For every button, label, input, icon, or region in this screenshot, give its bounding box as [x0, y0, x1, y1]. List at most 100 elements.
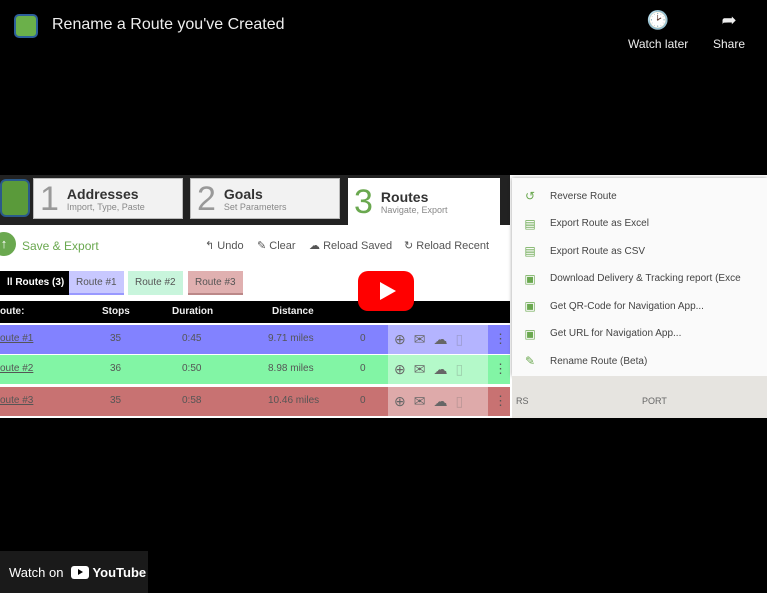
table-row: oute #2 36 0:50 8.98 miles 0 ⊕ ✉ ☁ ▯ ⋮	[0, 355, 510, 384]
row-actions: ⊕ ✉ ☁ ▯	[388, 387, 488, 416]
menu-item[interactable]: ▣ Download Delivery & Tracking report (Ex…	[522, 271, 741, 286]
step-routes[interactable]: 3 Routes Navigate, Export	[348, 178, 500, 225]
extra-cell: 0	[360, 333, 366, 344]
route-link[interactable]: oute #1	[0, 333, 33, 344]
target-icon[interactable]: ⊕	[394, 361, 406, 378]
step-num: 2	[197, 179, 216, 218]
step-title: Goals	[223, 185, 263, 202]
distance-cell: 9.71 miles	[268, 333, 314, 344]
reverse-icon: ↺	[524, 189, 536, 203]
menu-item[interactable]: ▤ Export Route as CSV	[522, 244, 645, 258]
col-route: oute:	[0, 306, 25, 317]
share-icon: ➦	[721, 10, 737, 30]
menu-item-label: Export Route as Excel	[550, 218, 649, 229]
reload-recent-button[interactable]: ↻ Reload Recent	[404, 239, 489, 252]
email-icon[interactable]: ✉	[414, 393, 426, 410]
menu-item-label: Export Route as CSV	[550, 245, 646, 257]
step-title: Addresses	[66, 185, 139, 202]
clear-label: Clear	[269, 240, 296, 252]
reload-saved-button[interactable]: ☁ Reload Saved	[309, 239, 392, 252]
upload-icon[interactable]: ↑	[0, 232, 16, 256]
document-icon[interactable]: ▯	[455, 331, 463, 348]
step-sub: Set Parameters	[223, 201, 287, 212]
col-stops: Stops	[102, 306, 130, 317]
menu-item[interactable]: ▣ Get URL for Navigation App...	[522, 327, 681, 341]
undo-label: Undo	[217, 240, 244, 252]
route-context-menu: ↺ Reverse Route ▤ Export Route as Excel ▤ Exp…	[512, 178, 767, 376]
distance-cell: 8.98 miles	[268, 363, 314, 374]
watch-later-label: Watch later	[628, 37, 689, 51]
step-addresses[interactable]: 1 Addresses Import, Type, Paste	[33, 178, 183, 219]
more-options-icon[interactable]: ⋮	[494, 331, 507, 347]
share-button[interactable]: ➦ Share	[713, 10, 745, 51]
step-sub: Navigate, Export	[380, 204, 448, 215]
video-title[interactable]: Rename a Route you've Created	[52, 16, 285, 34]
tab-route-1[interactable]: Route #1	[69, 271, 124, 295]
map-label: PORT	[642, 396, 667, 406]
pencil-icon: ✎	[524, 354, 536, 368]
table-header: oute: Stops Duration Distance	[0, 301, 510, 323]
channel-logo[interactable]	[14, 14, 38, 38]
video-frame[interactable]: 1 Addresses Import, Type, Paste 2 Goals Set …	[0, 175, 767, 418]
menu-item[interactable]: ▣ Get QR-Code for Navigation App...	[522, 299, 704, 313]
cloud-upload-icon[interactable]: ☁	[433, 361, 447, 378]
col-distance: Distance	[272, 306, 314, 317]
report-icon: ▣	[524, 271, 536, 286]
menu-item[interactable]: ✎ Rename Route (Beta)	[522, 354, 647, 368]
watch-later-button[interactable]: 🕑 Watch later	[628, 10, 688, 51]
map-label: RS	[516, 396, 529, 406]
excel-icon: ▤	[524, 216, 536, 231]
route-link[interactable]: oute #2	[0, 363, 33, 374]
reload-saved-label: Reload Saved	[323, 240, 393, 252]
youtube-play-icon	[71, 565, 90, 579]
clear-button[interactable]: ✎ Clear	[257, 239, 296, 252]
email-icon[interactable]: ✉	[414, 361, 426, 378]
more-options-icon[interactable]: ⋮	[494, 361, 507, 377]
reload-recent-label: Reload Recent	[416, 240, 490, 252]
menu-item[interactable]: ▤ Export Route as Excel	[522, 217, 649, 231]
map[interactable]: RS PORT	[512, 376, 767, 418]
table-row: oute #1 35 0:45 9.71 miles 0 ⊕ ✉ ☁ ▯ ⋮	[0, 325, 510, 354]
extra-cell: 0	[360, 363, 366, 374]
target-icon[interactable]: ⊕	[394, 331, 406, 348]
row-actions: ⊕ ✉ ☁ ▯	[388, 355, 488, 384]
more-options-icon[interactable]: ⋮	[494, 393, 507, 409]
save-export-button[interactable]: Save & Export	[22, 239, 99, 253]
email-icon[interactable]: ✉	[414, 331, 426, 348]
share-label: Share	[713, 37, 746, 51]
document-icon[interactable]: ▯	[455, 393, 463, 410]
cloud-upload-icon[interactable]: ☁	[433, 393, 447, 410]
undo-icon: ↰	[205, 240, 215, 252]
stops-cell: 35	[110, 333, 122, 344]
menu-item-label: Download Delivery & Tracking report (Exc…	[550, 273, 741, 284]
toolbar: ↑ Save & Export ↰ Undo ✎ Clear ☁ Reload …	[0, 230, 510, 260]
stops-cell: 35	[110, 395, 122, 406]
duration-cell: 0:50	[182, 363, 202, 374]
document-icon[interactable]: ▯	[455, 361, 463, 378]
target-icon[interactable]: ⊕	[394, 393, 406, 410]
route-link[interactable]: oute #3	[0, 395, 33, 406]
cloud-upload-icon[interactable]: ☁	[433, 331, 447, 348]
watch-on-youtube-button[interactable]: Watch on YouTube	[0, 551, 148, 593]
csv-icon: ▤	[524, 244, 536, 258]
eraser-icon: ✎	[257, 240, 267, 252]
menu-item-label: Get URL for Navigation App...	[550, 328, 682, 339]
undo-button[interactable]: ↰ Undo	[205, 239, 244, 252]
play-button[interactable]	[358, 271, 414, 311]
step-goals[interactable]: 2 Goals Set Parameters	[190, 178, 340, 219]
menu-item-label: Rename Route (Beta)	[550, 355, 648, 367]
watch-on-label: Watch on	[9, 564, 64, 580]
tab-route-3[interactable]: Route #3	[188, 271, 243, 295]
refresh-icon: ↻	[404, 240, 414, 252]
step-title: Routes	[380, 188, 429, 205]
menu-item-label: Get QR-Code for Navigation App...	[550, 300, 704, 312]
clock-icon: 🕑	[646, 10, 670, 30]
col-duration: Duration	[172, 306, 214, 317]
duration-cell: 0:45	[182, 333, 202, 344]
extra-cell: 0	[360, 395, 366, 406]
menu-item[interactable]: ↺ Reverse Route	[522, 189, 617, 203]
app-logo	[0, 179, 30, 217]
qr-icon: ▣	[524, 299, 536, 313]
tab-all-routes[interactable]: ll Routes (3)	[0, 271, 72, 295]
tab-route-2[interactable]: Route #2	[128, 271, 183, 295]
